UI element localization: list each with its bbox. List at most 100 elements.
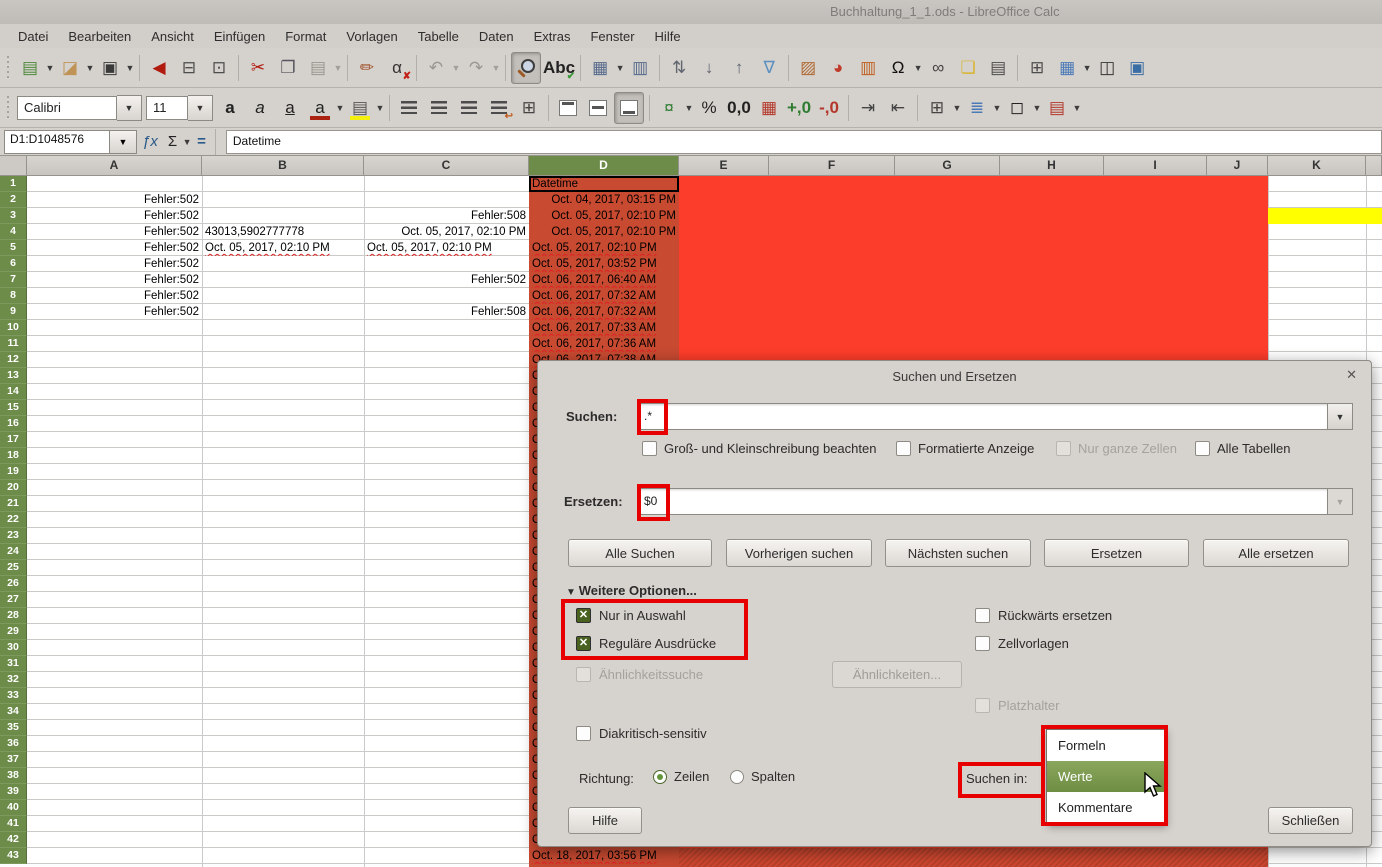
column-header-F[interactable]: F (769, 156, 895, 176)
cell-A8[interactable]: Fehler:502 (27, 288, 202, 304)
row-header-36[interactable]: 36 (0, 736, 27, 752)
font-color-button[interactable]: a (306, 93, 334, 123)
select-all-corner[interactable] (0, 156, 27, 176)
found-cells-hatch-row43[interactable] (679, 848, 1268, 867)
replace-button[interactable]: Ersetzen (1044, 539, 1189, 567)
freeze-rows-columns-button[interactable]: ▦ (1053, 53, 1081, 83)
menu-item-extras[interactable]: Extras (524, 26, 581, 47)
find-replace-button[interactable] (511, 52, 541, 84)
close-button[interactable]: Schließen (1268, 807, 1353, 834)
radio-selected-icon[interactable] (653, 770, 667, 784)
insert-image-button[interactable]: ▨ (794, 53, 822, 83)
save-button-dropdown-icon[interactable]: ▼ (125, 63, 135, 73)
redo-button-dropdown-icon[interactable]: ▼ (491, 63, 501, 73)
column-header-B[interactable]: B (202, 156, 364, 176)
italic-button[interactable]: a (246, 93, 274, 123)
checkbox-icon[interactable] (896, 441, 911, 456)
cell-D7[interactable]: Oct. 06, 2017, 06:40 AM (529, 272, 679, 288)
menu-item-daten[interactable]: Daten (469, 26, 524, 47)
paste-button[interactable]: ▤ (304, 53, 332, 83)
row-header-28[interactable]: 28 (0, 608, 27, 624)
new-document-button[interactable]: ▤ (16, 53, 44, 83)
checkbox-icon[interactable] (576, 608, 591, 623)
name-box-dropdown-icon[interactable]: ▼ (110, 130, 137, 154)
row-header-24[interactable]: 24 (0, 544, 27, 560)
currency-format-button-dropdown-icon[interactable]: ▼ (684, 103, 694, 113)
cell-C5[interactable]: Oct. 05, 2017, 02:10 PM (364, 240, 529, 256)
special-character-button[interactable]: Ω (884, 53, 912, 83)
copy-button[interactable]: ❐ (274, 53, 302, 83)
replace-input[interactable]: $0 (638, 488, 1328, 515)
column-header-K[interactable]: K (1268, 156, 1366, 176)
open-button[interactable]: ◪ (56, 53, 84, 83)
menu-item-hilfe[interactable]: Hilfe (645, 26, 691, 47)
column-header-A[interactable]: A (27, 156, 202, 176)
date-format-button[interactable]: ▦ (755, 93, 783, 123)
menu-item-format[interactable]: Format (275, 26, 336, 47)
row-header-42[interactable]: 42 (0, 832, 27, 848)
insert-comment-button[interactable]: ❏ (954, 53, 982, 83)
align-left-button[interactable] (395, 93, 423, 123)
print-button[interactable]: ⊟ (175, 53, 203, 83)
row-header-31[interactable]: 31 (0, 656, 27, 672)
increase-indent-button[interactable]: ⇥ (854, 93, 882, 123)
row-header-32[interactable]: 32 (0, 672, 27, 688)
border-color-button[interactable]: ◻ (1003, 93, 1031, 123)
percent-format-button[interactable]: % (695, 93, 723, 123)
row-header-39[interactable]: 39 (0, 784, 27, 800)
row-header-43[interactable]: 43 (0, 848, 27, 864)
sum-icon[interactable]: Σ (168, 133, 177, 150)
cell-A3[interactable]: Fehler:502 (27, 208, 202, 224)
cell-A4[interactable]: Fehler:502 (27, 224, 202, 240)
radio-spalten[interactable]: Spalten (730, 769, 795, 784)
find-previous-button[interactable]: Vorherigen suchen (726, 539, 872, 567)
row-header-5[interactable]: 5 (0, 240, 27, 256)
menu-item-fenster[interactable]: Fenster (580, 26, 644, 47)
menu-item-bearbeiten[interactable]: Bearbeiten (58, 26, 141, 47)
checkbox-regulaere-ausdruecke[interactable]: Reguläre Ausdrücke (576, 636, 716, 651)
background-color-button[interactable]: ▤ (1043, 93, 1071, 123)
borders-button[interactable]: ⊞ (923, 93, 951, 123)
bold-button[interactable]: a (216, 93, 244, 123)
row-header-34[interactable]: 34 (0, 704, 27, 720)
toolbar-grip[interactable] (5, 96, 12, 120)
row-header-30[interactable]: 30 (0, 640, 27, 656)
cell-A5[interactable]: Fehler:502 (27, 240, 202, 256)
formula-icon[interactable]: = (197, 133, 206, 150)
checkbox-icon[interactable] (1195, 441, 1210, 456)
sidebar-button[interactable]: ▣ (1123, 53, 1151, 83)
clone-formatting-button[interactable]: ✏ (353, 53, 381, 83)
undo-button-dropdown-icon[interactable]: ▼ (451, 63, 461, 73)
row-header-7[interactable]: 7 (0, 272, 27, 288)
row-header-4[interactable]: 4 (0, 224, 27, 240)
checkbox-icon[interactable] (576, 636, 591, 651)
add-decimal-button[interactable]: +,0 (785, 93, 813, 123)
cell-D5[interactable]: Oct. 05, 2017, 02:10 PM (529, 240, 679, 256)
column-header-I[interactable]: I (1104, 156, 1207, 176)
cell-A6[interactable]: Fehler:502 (27, 256, 202, 272)
row-header-23[interactable]: 23 (0, 528, 27, 544)
function-wizard-icon[interactable]: ƒx (142, 133, 158, 150)
column-header-E[interactable]: E (679, 156, 769, 176)
cell-C4[interactable]: Oct. 05, 2017, 02:10 PM (364, 224, 529, 240)
underline-button[interactable]: a (276, 93, 304, 123)
cell-B5[interactable]: Oct. 05, 2017, 02:10 PM (202, 240, 364, 256)
checkbox-zellvorlagen[interactable]: Zellvorlagen (975, 636, 1069, 651)
checkbox-formatierte-anzeige[interactable]: Formatierte Anzeige (896, 441, 1034, 456)
border-color-button-dropdown-icon[interactable]: ▼ (1032, 103, 1042, 113)
highlight-color-button[interactable]: ▤ (346, 93, 374, 123)
row-header-8[interactable]: 8 (0, 288, 27, 304)
paste-button-dropdown-icon[interactable]: ▼ (333, 63, 343, 73)
currency-format-button[interactable]: ¤ (655, 93, 683, 123)
freeze-rows-columns-button-dropdown-icon[interactable]: ▼ (1082, 63, 1092, 73)
cell-D10[interactable]: Oct. 06, 2017, 07:33 AM (529, 320, 679, 336)
highlight-color-button-dropdown-icon[interactable]: ▼ (375, 103, 385, 113)
find-all-button[interactable]: Alle Suchen (568, 539, 712, 567)
row-header-6[interactable]: 6 (0, 256, 27, 272)
menu-item-vorlagen[interactable]: Vorlagen (336, 26, 407, 47)
dropdown-option-formeln[interactable]: Formeln (1047, 730, 1164, 761)
align-center-button[interactable] (425, 93, 453, 123)
find-next-button[interactable]: Nächsten suchen (885, 539, 1031, 567)
checkbox-rueckwaerts-ersetzen[interactable]: Rückwärts ersetzen (975, 608, 1112, 623)
row-header-3[interactable]: 3 (0, 208, 27, 224)
